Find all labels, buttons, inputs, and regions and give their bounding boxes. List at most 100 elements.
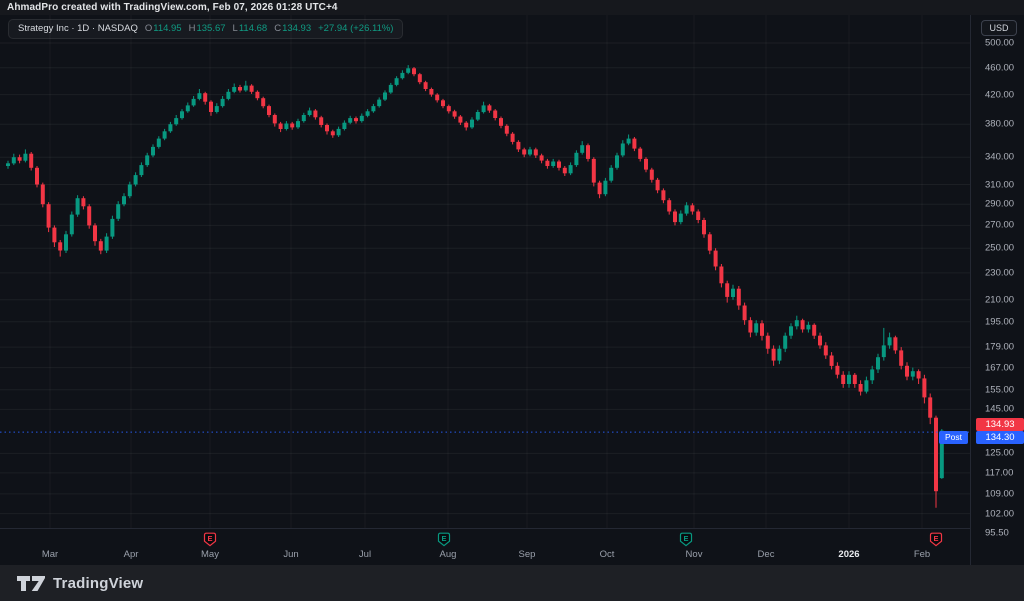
- candle: [12, 154, 16, 165]
- candle: [424, 81, 428, 91]
- earnings-badge-icon[interactable]: E: [203, 532, 217, 547]
- candle: [441, 99, 445, 108]
- candle: [551, 159, 555, 168]
- candle: [656, 178, 660, 193]
- candle: [830, 352, 834, 369]
- earnings-badge-icon[interactable]: E: [437, 532, 451, 547]
- candle: [882, 328, 886, 361]
- candle: [371, 104, 375, 113]
- candle: [52, 225, 56, 247]
- price-axis[interactable]: USD 500.00460.00420.00380.00340.00310.00…: [970, 0, 1024, 565]
- candle: [812, 323, 816, 339]
- candle: [203, 92, 207, 105]
- price-tick-label: 380.00: [985, 119, 1014, 130]
- candle: [847, 371, 851, 388]
- candle: [702, 218, 706, 238]
- price-tick-label: 500.00: [985, 38, 1014, 49]
- price-tick-label: 340.00: [985, 152, 1014, 163]
- svg-text:E: E: [441, 534, 446, 543]
- candle: [6, 161, 10, 169]
- candle: [302, 113, 306, 123]
- attribution-bar: AhmadPro created with TradingView.com, F…: [0, 0, 1024, 15]
- price-tick-label: 270.00: [985, 220, 1014, 231]
- candle: [168, 122, 172, 133]
- time-tick-label: Dec: [758, 549, 775, 560]
- time-tick-label: Oct: [600, 549, 615, 560]
- ohlc-item: H135.67: [189, 23, 226, 34]
- candle: [859, 380, 863, 395]
- tradingview-logo-icon: [17, 575, 46, 592]
- candle: [279, 122, 283, 132]
- candle: [110, 216, 114, 239]
- candle: [760, 320, 764, 340]
- candlestick-plot[interactable]: [0, 0, 970, 565]
- price-tick-label: 460.00: [985, 62, 1014, 73]
- attribution-text: AhmadPro created with TradingView.com, F…: [7, 2, 338, 13]
- earnings-badge-icon[interactable]: E: [679, 532, 693, 547]
- candle: [226, 89, 230, 100]
- candle: [540, 154, 544, 164]
- tradingview-logo[interactable]: TradingView: [17, 575, 143, 592]
- currency-toggle-button[interactable]: USD: [981, 20, 1017, 36]
- candle: [331, 130, 335, 138]
- candle: [644, 157, 648, 172]
- candle: [522, 148, 526, 158]
- candle: [487, 104, 491, 113]
- candle: [186, 103, 190, 113]
- candle: [632, 137, 636, 151]
- candle: [917, 369, 921, 384]
- candle: [499, 117, 503, 129]
- candle: [493, 109, 497, 120]
- candle: [151, 144, 155, 157]
- candle: [789, 323, 793, 339]
- candle: [621, 140, 625, 157]
- candle: [64, 231, 68, 253]
- price-tick-label: 109.00: [985, 488, 1014, 499]
- candle: [824, 342, 828, 359]
- candle: [255, 90, 259, 100]
- candle: [180, 109, 184, 120]
- candle: [545, 159, 549, 169]
- candle: [93, 223, 97, 246]
- candle: [609, 165, 613, 183]
- candle: [313, 109, 317, 120]
- candle: [308, 108, 312, 117]
- earnings-badge-icon[interactable]: E: [929, 532, 943, 547]
- symbol-title: Strategy Inc · 1D · NASDAQ: [18, 23, 138, 34]
- candle: [76, 195, 80, 217]
- candle: [232, 84, 236, 94]
- change-value: +27.94 (+26.11%): [318, 23, 393, 34]
- candle: [470, 117, 474, 129]
- price-tick-label: 230.00: [985, 267, 1014, 278]
- candle: [754, 320, 758, 336]
- candle: [853, 373, 857, 388]
- candle: [261, 97, 265, 109]
- candle: [772, 345, 776, 365]
- price-tick-label: 250.00: [985, 243, 1014, 254]
- candle: [383, 90, 387, 101]
- candle: [366, 109, 370, 117]
- candle: [134, 172, 138, 186]
- time-tick-label: Jul: [359, 549, 371, 560]
- candle: [377, 97, 381, 107]
- time-tick-label: Nov: [686, 549, 703, 560]
- tradingview-chart-window: AhmadPro created with TradingView.com, F…: [0, 0, 1024, 601]
- candle: [221, 96, 225, 108]
- time-axis[interactable]: MarAprMayJunJulAugSepOctNovDec2026Feb E …: [0, 528, 970, 565]
- candle: [574, 150, 578, 167]
- candle: [418, 73, 422, 84]
- candle: [81, 196, 85, 209]
- symbol-legend[interactable]: Strategy Inc · 1D · NASDAQ O114.95 H135.6…: [8, 19, 403, 39]
- candle: [888, 333, 892, 349]
- price-tick-label: 420.00: [985, 89, 1014, 100]
- candle: [139, 162, 143, 177]
- candle: [876, 354, 880, 373]
- candle: [864, 377, 868, 394]
- candle: [412, 67, 416, 76]
- ohlc-item: L114.68: [233, 23, 268, 34]
- candle: [748, 317, 752, 337]
- candle: [505, 124, 509, 136]
- ohlc-item: O114.95: [145, 23, 182, 34]
- price-tick-label: 117.00: [985, 467, 1013, 478]
- candle: [899, 347, 903, 369]
